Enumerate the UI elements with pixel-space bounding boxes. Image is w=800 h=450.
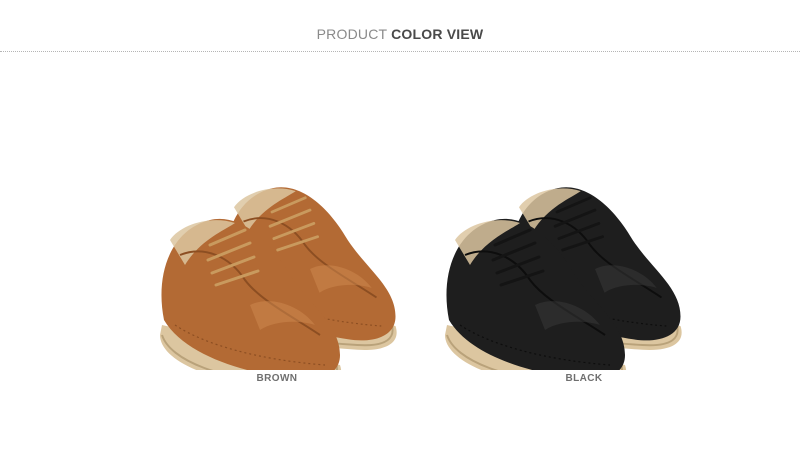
product-brown[interactable] (120, 150, 420, 370)
page-header: PRODUCT COLOR VIEW (0, 0, 800, 52)
shoe-image-brown (160, 187, 397, 370)
product-black[interactable] (405, 150, 705, 370)
title-light: PRODUCT (316, 26, 388, 42)
title-bold: COLOR VIEW (391, 26, 484, 42)
color-label-black: BLACK (565, 373, 603, 384)
header-divider (0, 51, 800, 52)
page-title: PRODUCT COLOR VIEW (0, 26, 800, 42)
shoe-image-black (445, 187, 682, 370)
color-label-brown: BROWN (256, 373, 298, 384)
